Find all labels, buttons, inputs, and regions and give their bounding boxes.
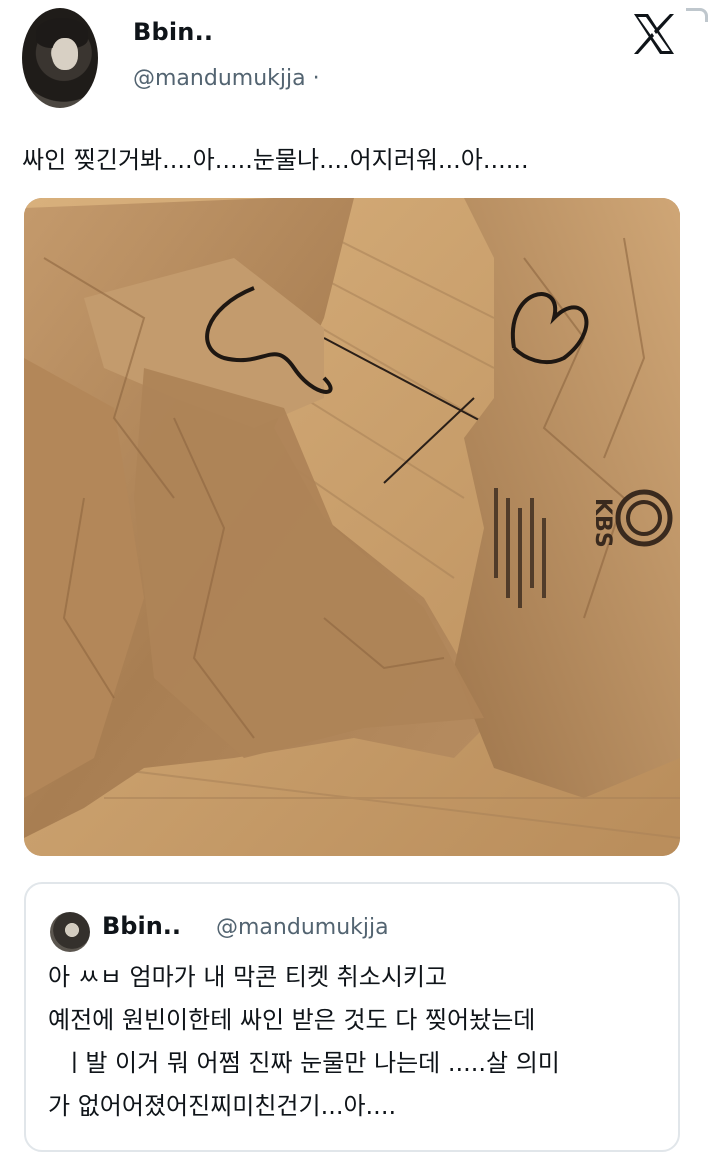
torn-paper-bag-image: KBS <box>24 198 680 856</box>
quoted-text-line: 예전에 원빈이한테 싸인 받은 것도 다 찢어놨는데 <box>48 1006 536 1034</box>
tweet-text: 싸인 찢긴거봐....아.....눈물나....어지러워...아...... <box>22 146 529 174</box>
quoted-text-line: ㅣ발 이거 뭐 어쩜 진짜 눈물만 나는데 .....살 의미 <box>48 1049 560 1077</box>
avatar-face <box>52 38 78 70</box>
author-handle[interactable]: @mandumukjja <box>133 66 306 91</box>
kbs-label: KBS <box>590 498 615 548</box>
x-logo-icon[interactable] <box>628 8 680 60</box>
corner-decoration <box>686 8 708 22</box>
quoted-text-line: 아 ㅆㅂ 엄마가 내 막콘 티켓 취소시키고 <box>48 963 448 991</box>
tweet-header: Bbin.. @mandumukjja · <box>0 0 714 120</box>
author-avatar[interactable] <box>22 8 98 108</box>
tweet-photo[interactable]: KBS <box>24 198 680 856</box>
author-handle-row: @mandumukjja · <box>133 66 320 91</box>
quoted-tweet-card[interactable]: Bbin.. @mandumukjja 아 ㅆㅂ 엄마가 내 막콘 티켓 취소시… <box>24 882 680 1152</box>
quoted-author-display-name[interactable]: Bbin.. <box>102 912 181 940</box>
quoted-author-avatar[interactable] <box>50 912 90 952</box>
handle-separator: · <box>312 66 320 91</box>
quoted-tweet-text: 아 ㅆㅂ 엄마가 내 막콘 티켓 취소시키고 예전에 원빈이한테 싸인 받은 것… <box>48 956 658 1128</box>
quoted-author-handle[interactable]: @mandumukjja <box>216 915 389 940</box>
quoted-text-line: 가 없어어졌어진찌미친건기...아.... <box>48 1092 397 1120</box>
author-display-name[interactable]: Bbin.. <box>133 18 213 46</box>
